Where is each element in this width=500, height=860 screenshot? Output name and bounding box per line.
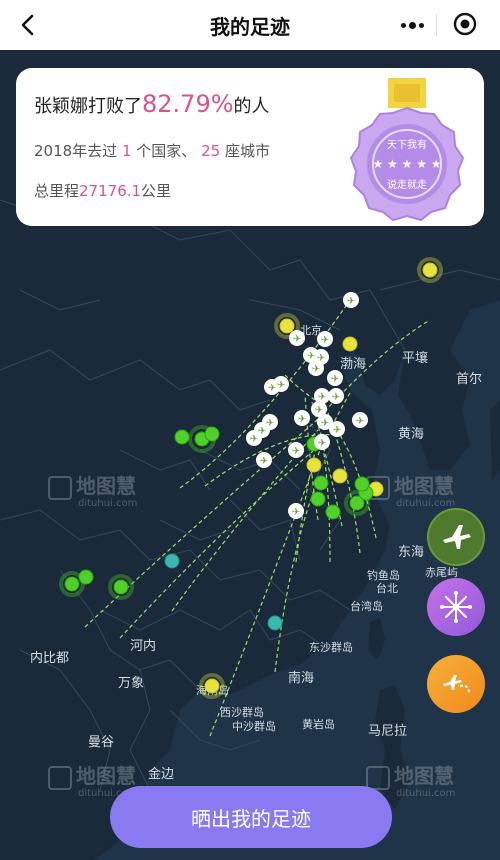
label-beijing: 北京 — [300, 324, 322, 337]
watermark: 地图慧 dituhui.com — [366, 470, 455, 509]
watermark: 地图慧 dituhui.com — [48, 470, 137, 509]
label-south-sea: 南海 — [288, 671, 315, 686]
label-bohai: 渤海 — [340, 357, 367, 372]
city-count: 25 — [201, 142, 221, 160]
stats-card: 张颖娜打败了82.79%的人 2018年去过 1 个国家、 25 座城市 总里程… — [16, 68, 484, 226]
top-nav: 我的足迹 — [0, 0, 500, 50]
page-title: 我的足迹 — [210, 14, 290, 39]
country-count: 1 — [121, 142, 132, 160]
more-icon[interactable] — [398, 13, 426, 37]
label-pyongyang: 平壤 — [402, 351, 429, 366]
label-east-sea: 东海 — [398, 545, 425, 560]
plane-icon — [443, 525, 471, 549]
medal-icon: 天下我有 ★ ★ ★ ★ ★ 说走就走 — [349, 78, 465, 222]
route-mode-button[interactable] — [427, 655, 485, 713]
nav-divider — [436, 14, 437, 36]
target-icon[interactable] — [452, 11, 478, 37]
label-manila: 马尼拉 — [368, 724, 408, 739]
share-footprint-button[interactable]: 晒出我的足迹 — [110, 786, 392, 848]
total-distance: 27176.1 — [79, 182, 142, 200]
label-hanoi: 河内 — [130, 639, 157, 654]
label-taiwan: 台湾岛 — [350, 600, 383, 613]
rank-line: 张颖娜打败了82.79%的人 — [34, 90, 270, 118]
label-taipei: 台北 — [376, 582, 398, 595]
flight-mode-button[interactable] — [427, 508, 485, 566]
label-seoul: 首尔 — [456, 372, 483, 387]
label-vientiane: 万象 — [118, 676, 145, 691]
label-phnompenh: 金边 — [148, 767, 175, 782]
svg-text:说走就走: 说走就走 — [387, 178, 427, 191]
label-dongsha: 东沙群岛 — [309, 641, 353, 654]
svg-text:★ ★ ★ ★ ★: ★ ★ ★ ★ ★ — [372, 157, 441, 171]
label-hainan: 海南岛 — [196, 684, 229, 697]
label-yellow-sea: 黄海 — [398, 427, 425, 442]
label-huangyan: 黄岩岛 — [302, 718, 335, 731]
label-zhongsha: 中沙群岛 — [232, 720, 276, 733]
back-icon[interactable] — [14, 10, 44, 40]
svg-text:天下我有: 天下我有 — [387, 138, 427, 151]
sparkle-icon — [440, 591, 472, 623]
distance-summary: 总里程27176.1公里 — [34, 182, 172, 200]
visit-summary: 2018年去过 1 个国家、 25 座城市 — [34, 142, 270, 160]
label-bangkok: 曼谷 — [88, 735, 115, 750]
sparkle-mode-button[interactable] — [427, 578, 485, 636]
route-icon — [443, 675, 470, 693]
label-naypyidaw: 内比都 — [30, 651, 70, 666]
beat-percent: 82.79% — [142, 90, 234, 118]
